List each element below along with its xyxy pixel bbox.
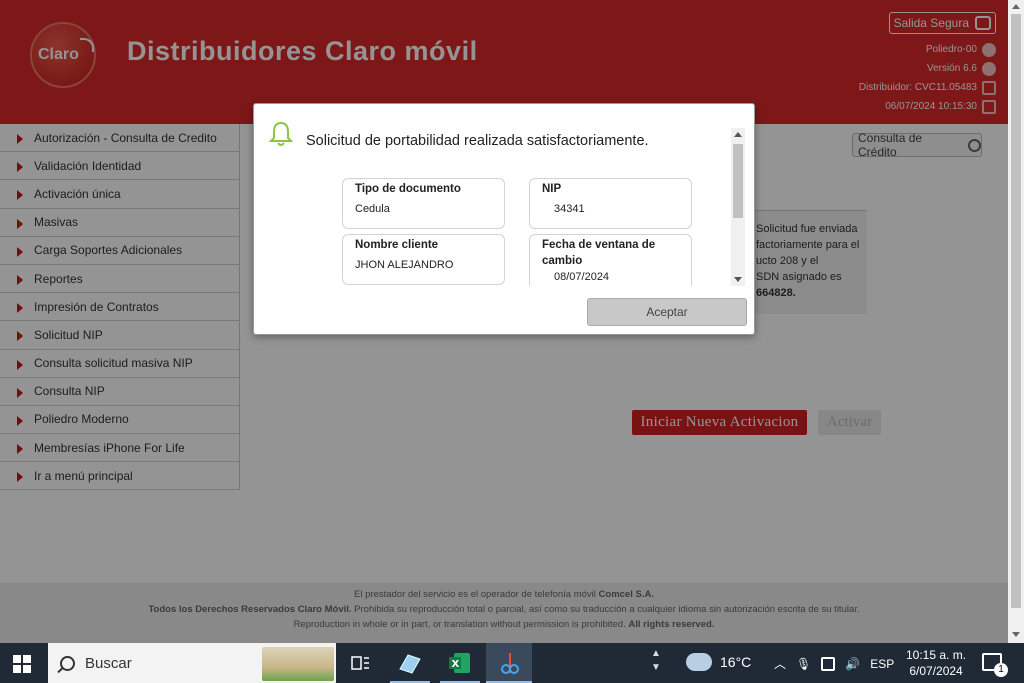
field-tipo-documento: Tipo de documento Cedula (342, 178, 505, 229)
taskbar-scroll-arrows[interactable]: ▲ ▼ (650, 647, 662, 679)
network-icon[interactable] (821, 656, 836, 671)
scroll-up-icon[interactable] (1012, 4, 1020, 9)
field-value: JHON ALEJANDRO (355, 259, 454, 271)
chevron-up-icon[interactable]: ︿ (774, 655, 786, 672)
field-nip: NIP 34341 (529, 178, 692, 229)
app-document-icon[interactable] (396, 649, 424, 677)
clock-time: 10:15 a. m. (906, 648, 967, 662)
field-fecha-ventana: Fecha de ventana de cambio 08/07/2024 (529, 234, 692, 286)
scroll-thumb[interactable] (733, 144, 743, 218)
field-nombre-cliente: Nombre cliente JHON ALEJANDRO (342, 234, 505, 285)
system-tray: ︿ 🎙 🔊 ESP (774, 655, 894, 672)
svg-text:X: X (452, 659, 460, 670)
field-label: Fecha de ventana de cambio (542, 239, 656, 267)
weather-widget[interactable]: 16°C (686, 647, 752, 671)
scroll-thumb[interactable] (1011, 14, 1021, 608)
scroll-down-icon[interactable] (734, 277, 742, 282)
task-view-icon[interactable] (346, 649, 374, 677)
field-label: NIP (542, 183, 562, 195)
aceptar-button[interactable]: Aceptar (587, 298, 747, 326)
windows-start-icon[interactable] (13, 655, 31, 673)
field-value: 08/07/2024 (554, 271, 610, 283)
volume-icon[interactable]: 🔊 (845, 657, 860, 671)
field-value: Cedula (355, 203, 390, 215)
partly-cloudy-icon (686, 647, 712, 671)
snipping-tool-icon[interactable] (496, 649, 524, 677)
field-label: Nombre cliente (355, 239, 439, 251)
page-scrollbar[interactable] (1008, 0, 1024, 643)
scroll-up-icon[interactable] (734, 132, 742, 137)
temperature: 16°C (720, 654, 752, 670)
success-dialog: Solicitud de portabilidad realizada sati… (253, 103, 755, 335)
search-placeholder: Buscar (85, 654, 132, 672)
search-highlight-image (262, 647, 334, 681)
windows-taskbar: Buscar X ▲ ▼ 16°C ︿ 🎙 🔊 ESP 10:15 a. m. 6… (0, 643, 1024, 683)
microphone-icon[interactable]: 🎙 (796, 657, 811, 671)
excel-icon[interactable]: X (446, 649, 474, 677)
taskbar-clock[interactable]: 10:15 a. m. 6/07/2024 (906, 647, 966, 679)
dialog-message: Solicitud de portabilidad realizada sati… (306, 133, 649, 149)
notification-count: 1 (994, 663, 1008, 677)
dialog-content: Tipo de documento Cedula NIP 34341 Nombr… (260, 178, 730, 286)
field-label: Tipo de documento (355, 183, 461, 195)
scroll-down-icon[interactable] (1012, 632, 1020, 637)
notification-icon[interactable]: 1 (982, 653, 1008, 677)
taskbar-search[interactable]: Buscar (48, 643, 336, 683)
bell-icon (268, 121, 294, 146)
language-indicator[interactable]: ESP (870, 657, 894, 671)
search-icon (60, 655, 75, 671)
clock-date: 6/07/2024 (909, 664, 963, 678)
field-value: 34341 (554, 203, 585, 215)
dialog-scrollbar[interactable] (731, 128, 745, 286)
